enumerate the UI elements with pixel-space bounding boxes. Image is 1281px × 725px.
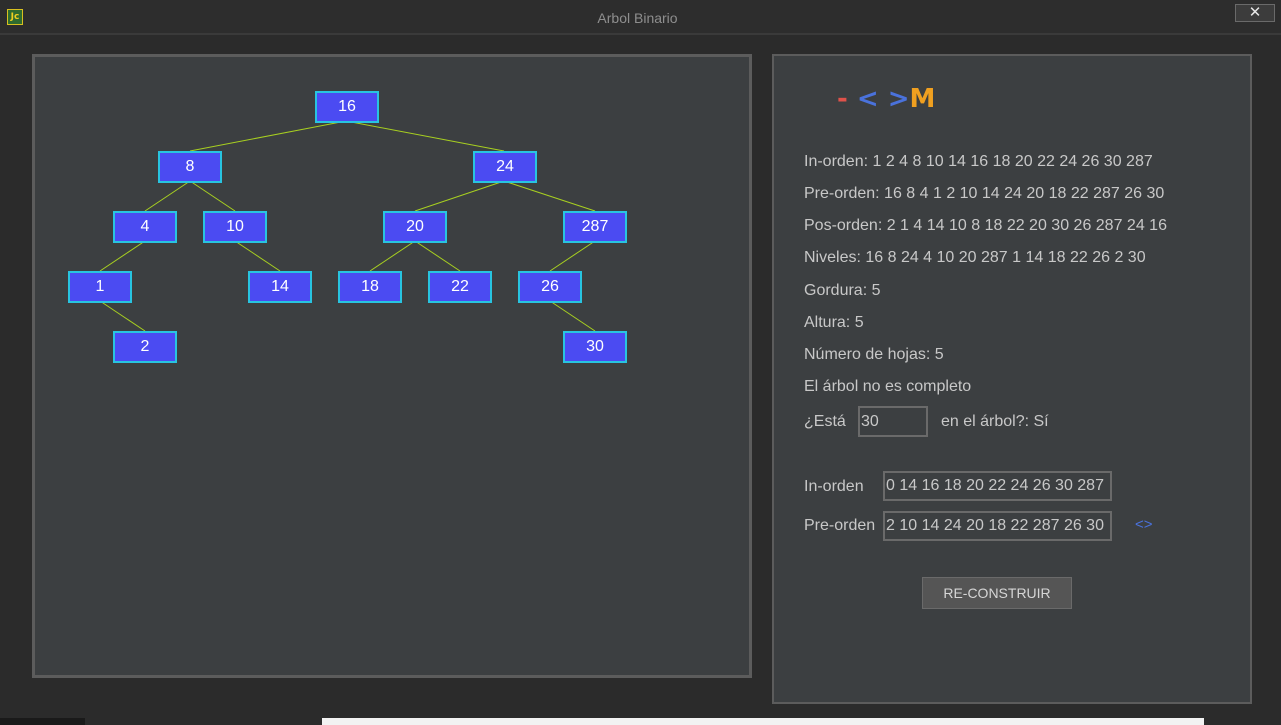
tree-node: 20 — [383, 211, 447, 243]
tree-node: 8 — [158, 151, 222, 183]
rebuild-inorder-input[interactable]: 0 14 16 18 20 22 24 26 30 287 — [883, 471, 1112, 501]
tree-node: 26 — [518, 271, 582, 303]
logo-minus: - — [837, 84, 848, 114]
tree-node: 30 — [563, 331, 627, 363]
edge-8-4 — [144, 180, 191, 212]
tree-node: 1 — [68, 271, 132, 303]
edge-26-30 — [549, 300, 596, 332]
taskbar-strip — [322, 718, 1204, 725]
levels-text: Niveles: 16 8 24 4 10 20 287 1 14 18 22 … — [804, 249, 1146, 266]
rebuild-button[interactable]: RE-CONSTRUIR — [922, 577, 1072, 609]
tree-node: 2 — [113, 331, 177, 363]
edge-287-26 — [549, 240, 596, 272]
taskbar-left — [0, 718, 85, 725]
tree-node: 4 — [113, 211, 177, 243]
height-text: Altura: 5 — [804, 314, 864, 331]
edge-20-18 — [369, 240, 416, 272]
preorder-text: Pre-orden: 16 8 4 1 2 10 14 24 20 18 22 … — [804, 185, 1165, 202]
tree-node: 16 — [315, 91, 379, 123]
logo-m: M — [909, 84, 936, 114]
logo-lt: < — [856, 84, 879, 114]
tree-node: 14 — [248, 271, 312, 303]
search-result: en el árbol?: Sí — [941, 413, 1049, 430]
width-text: Gordura: 5 — [804, 282, 881, 299]
postorder-text: Pos-orden: 2 1 4 14 10 8 18 22 20 30 26 … — [804, 217, 1167, 234]
complete-text: El árbol no es completo — [804, 378, 972, 395]
inorder-text: In-orden: 1 2 4 8 10 14 16 18 20 22 24 2… — [804, 153, 1153, 170]
leaves-text: Número de hojas: 5 — [804, 346, 944, 363]
edge-24-20 — [414, 180, 505, 212]
edge-10-14 — [234, 240, 281, 272]
edge-16-24 — [345, 120, 505, 152]
tree-node: 10 — [203, 211, 267, 243]
tree-node: 18 — [338, 271, 402, 303]
search-label: ¿Está — [804, 413, 846, 430]
rebuild-preorder-label: Pre-orden — [804, 517, 876, 534]
edge-20-22 — [414, 240, 461, 272]
logo: - < >M — [837, 84, 935, 114]
tree-node: 24 — [473, 151, 537, 183]
swap-arrows-link[interactable]: <> — [1135, 516, 1153, 533]
tree-node: 22 — [428, 271, 492, 303]
edge-24-287 — [503, 180, 596, 212]
edge-1-2 — [99, 300, 146, 332]
search-input[interactable]: 30 — [858, 406, 928, 437]
logo-gt: > — [887, 84, 910, 114]
edge-4-1 — [99, 240, 146, 272]
edge-16-8 — [189, 120, 347, 152]
rebuild-preorder-input[interactable]: 2 10 14 24 20 18 22 287 26 30 — [883, 511, 1112, 541]
rebuild-inorder-label: In-orden — [804, 478, 864, 495]
tree-node: 287 — [563, 211, 627, 243]
edge-8-10 — [189, 180, 236, 212]
